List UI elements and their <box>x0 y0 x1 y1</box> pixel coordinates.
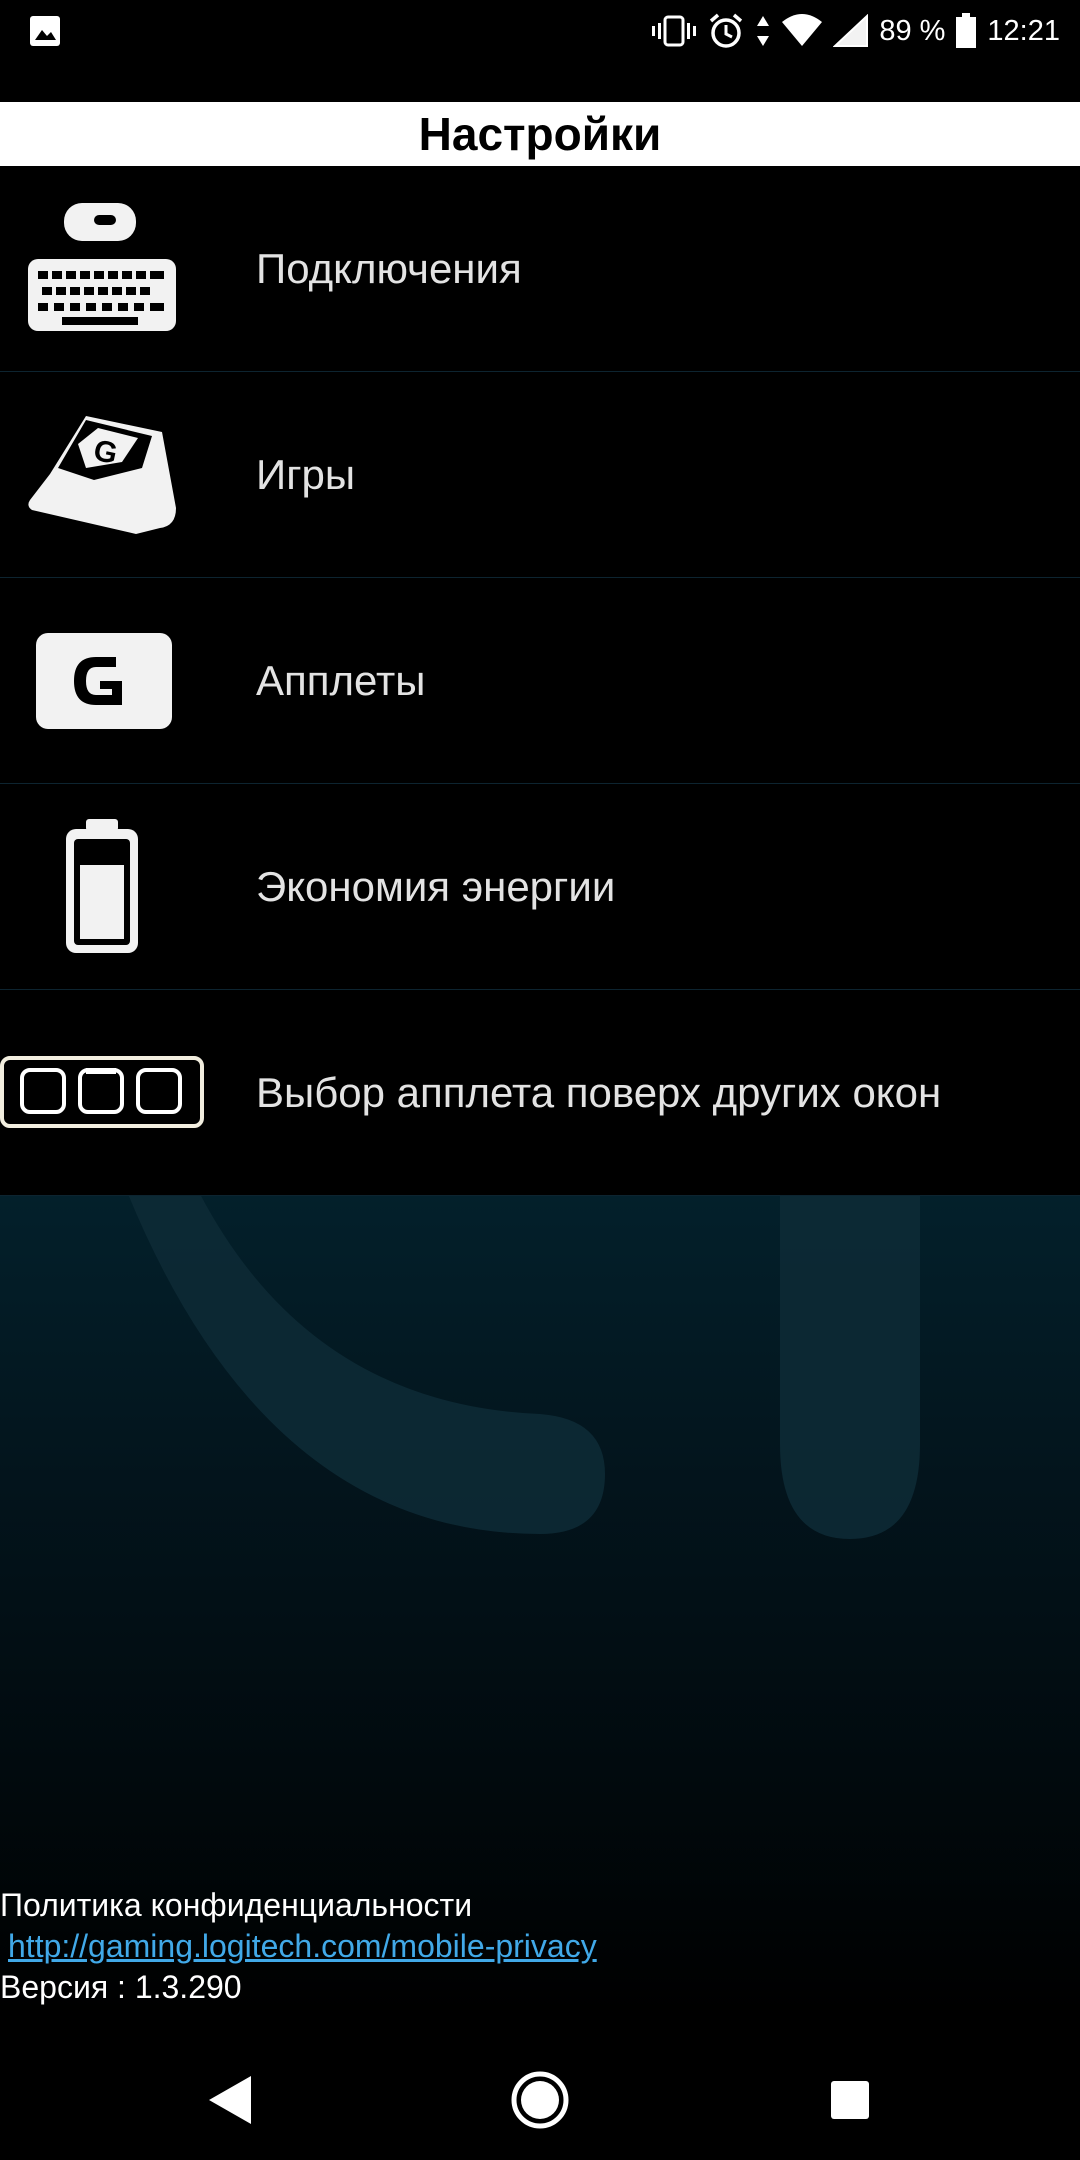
home-button[interactable] <box>500 2040 580 2160</box>
menu-item-games[interactable]: G Игры <box>0 372 1080 578</box>
keyboard-mouse-icon <box>28 202 176 331</box>
data-arrows-icon <box>757 16 770 46</box>
navigation-bar <box>0 2040 1080 2160</box>
menu-item-label: Игры <box>256 450 356 498</box>
recents-square-icon <box>831 2081 869 2119</box>
privacy-policy-label: Политика конфиденциальности <box>0 1887 473 1923</box>
menu-item-label: Апплеты <box>256 656 426 704</box>
menu-item-label: Подключения <box>256 244 522 292</box>
settings-menu: Подключения G Игры Апплеты Экономия энер… <box>0 166 1080 1196</box>
menu-item-connections[interactable]: Подключения <box>0 166 1080 372</box>
menu-item-label: Выбор апплета поверх других окон <box>256 1068 942 1116</box>
gallery-notification-icon <box>30 16 60 46</box>
footer: Политика конфиденциальности http://gamin… <box>0 1885 1080 2008</box>
status-bar: 89 % 12:21 <box>0 0 1080 62</box>
menu-item-applets[interactable]: Апплеты <box>0 578 1080 784</box>
g-key-icon: G <box>28 415 177 534</box>
alarm-icon <box>710 13 743 48</box>
menu-item-power-saving[interactable]: Экономия энергии <box>0 784 1080 990</box>
menu-item-label: Экономия энергии <box>256 862 616 910</box>
version-text: Версия : 1.3.290 <box>0 1969 242 2005</box>
page-title-bar: Настройки <box>0 102 1080 166</box>
battery-status-icon <box>956 13 977 48</box>
cell-signal-icon <box>833 14 869 47</box>
home-circle-icon <box>511 2071 569 2129</box>
back-button[interactable] <box>190 2040 270 2160</box>
wifi-icon <box>782 14 823 46</box>
applet-overlay-icon <box>0 1055 204 1128</box>
privacy-policy-link[interactable]: http://gaming.logitech.com/mobile-privac… <box>8 1928 597 1964</box>
menu-item-applet-overlay[interactable]: Выбор апплета поверх других окон <box>0 990 1080 1196</box>
battery-icon <box>66 818 138 953</box>
logitech-g-icon <box>36 632 172 729</box>
vibrate-icon <box>652 15 697 47</box>
back-triangle-icon <box>209 2076 251 2124</box>
page-title: Настройки <box>418 108 662 160</box>
clock: 12:21 <box>987 14 1060 47</box>
recents-button[interactable] <box>810 2040 890 2160</box>
battery-percent: 89 % <box>879 14 946 47</box>
